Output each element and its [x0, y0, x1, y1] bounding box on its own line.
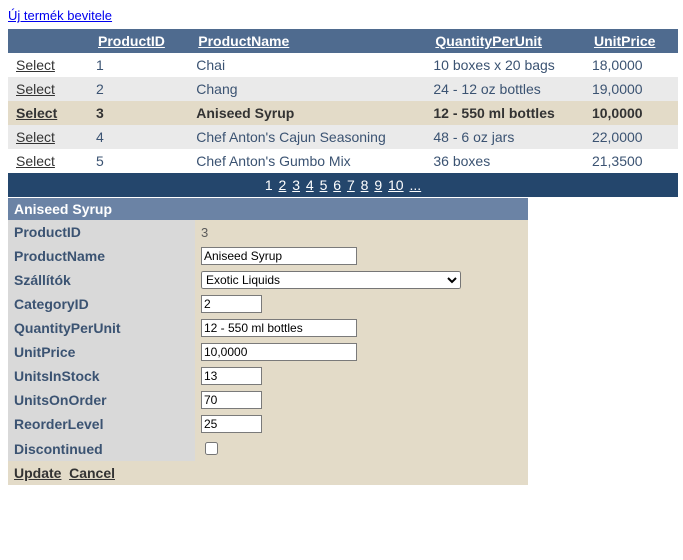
select-link[interactable]: Select	[16, 105, 57, 121]
table-row: Select 3Aniseed Syrup12 - 550 ml bottles1…	[8, 101, 678, 125]
cell-price: 21,3500	[584, 149, 678, 173]
field-label-quantityperunit: QuantityPerUnit	[8, 316, 195, 340]
cell-qpu: 36 boxes	[425, 149, 584, 173]
field-select-supplier[interactable]: Exotic Liquids	[201, 271, 461, 289]
details-form: Aniseed Syrup ProductID 3 ProductNameSzáll…	[8, 198, 528, 485]
cell-price: 10,0000	[584, 101, 678, 125]
field-input-unitsinstock[interactable]	[201, 367, 262, 385]
cell-name: Aniseed Syrup	[188, 101, 425, 125]
pager-link[interactable]: 10	[388, 177, 404, 193]
cell-qpu: 48 - 6 oz jars	[425, 125, 584, 149]
field-label-reorderlevel: ReorderLevel	[8, 412, 195, 436]
cell-price: 19,0000	[584, 77, 678, 101]
field-input-unitsonorder[interactable]	[201, 391, 262, 409]
table-row: Select 5Chef Anton's Gumbo Mix36 boxes21,…	[8, 149, 678, 173]
cell-qpu: 12 - 550 ml bottles	[425, 101, 584, 125]
field-input-reorderlevel[interactable]	[201, 415, 262, 433]
select-link[interactable]: Select	[16, 129, 55, 145]
select-link[interactable]: Select	[16, 57, 55, 73]
select-link[interactable]: Select	[16, 81, 55, 97]
field-input-quantityperunit[interactable]	[201, 319, 357, 337]
update-button[interactable]: Update	[14, 465, 61, 481]
cell-name: Chai	[188, 53, 425, 77]
cancel-button[interactable]: Cancel	[69, 465, 115, 481]
table-row: Select 4Chef Anton's Cajun Seasoning48 - …	[8, 125, 678, 149]
details-title: Aniseed Syrup	[8, 198, 528, 220]
field-label-unitsonorder: UnitsOnOrder	[8, 388, 195, 412]
field-input-productname[interactable]	[201, 247, 357, 265]
pager-link[interactable]: 9	[374, 177, 382, 193]
new-product-link[interactable]: Új termék bevitele	[8, 8, 112, 23]
products-grid: ProductID ProductName QuantityPerUnit Un…	[8, 29, 678, 197]
field-value-productid: 3	[201, 225, 208, 240]
field-label-discontinued: Discontinued	[8, 436, 195, 461]
cell-name: Chef Anton's Gumbo Mix	[188, 149, 425, 173]
field-label-unitsinstock: UnitsInStock	[8, 364, 195, 388]
select-link[interactable]: Select	[16, 153, 55, 169]
field-label-supplier: Szállítók	[8, 268, 195, 292]
pager-link[interactable]: 2	[279, 177, 287, 193]
pager-link[interactable]: 4	[306, 177, 314, 193]
field-label-unitprice: UnitPrice	[8, 340, 195, 364]
pager-link[interactable]: ...	[409, 177, 421, 193]
col-unitprice[interactable]: UnitPrice	[584, 29, 678, 53]
field-label-productname: ProductName	[8, 244, 195, 268]
cell-id: 5	[88, 149, 188, 173]
pager: 1 2 3 4 5 6 7 8 9 10 ...	[8, 173, 678, 197]
pager-link[interactable]: 5	[320, 177, 328, 193]
table-row: Select 2Chang24 - 12 oz bottles19,0000	[8, 77, 678, 101]
field-checkbox-discontinued[interactable]	[205, 442, 218, 455]
col-productid[interactable]: ProductID	[88, 29, 188, 53]
cell-id: 1	[88, 53, 188, 77]
cell-id: 2	[88, 77, 188, 101]
cell-id: 3	[88, 101, 188, 125]
field-input-categoryid[interactable]	[201, 295, 262, 313]
col-productname[interactable]: ProductName	[188, 29, 425, 53]
pager-link[interactable]: 7	[347, 177, 355, 193]
cell-price: 22,0000	[584, 125, 678, 149]
field-label-categoryid: CategoryID	[8, 292, 195, 316]
pager-link: 1	[265, 177, 273, 193]
cell-name: Chang	[188, 77, 425, 101]
pager-link[interactable]: 6	[333, 177, 341, 193]
pager-link[interactable]: 3	[292, 177, 300, 193]
col-quantityperunit[interactable]: QuantityPerUnit	[425, 29, 584, 53]
cell-qpu: 10 boxes x 20 bags	[425, 53, 584, 77]
field-label-productid: ProductID	[8, 220, 195, 244]
cell-price: 18,0000	[584, 53, 678, 77]
cell-name: Chef Anton's Cajun Seasoning	[188, 125, 425, 149]
pager-link[interactable]: 8	[361, 177, 369, 193]
field-input-unitprice[interactable]	[201, 343, 357, 361]
table-row: Select 1Chai10 boxes x 20 bags18,0000	[8, 53, 678, 77]
col-select	[8, 29, 88, 53]
cell-id: 4	[88, 125, 188, 149]
cell-qpu: 24 - 12 oz bottles	[425, 77, 584, 101]
